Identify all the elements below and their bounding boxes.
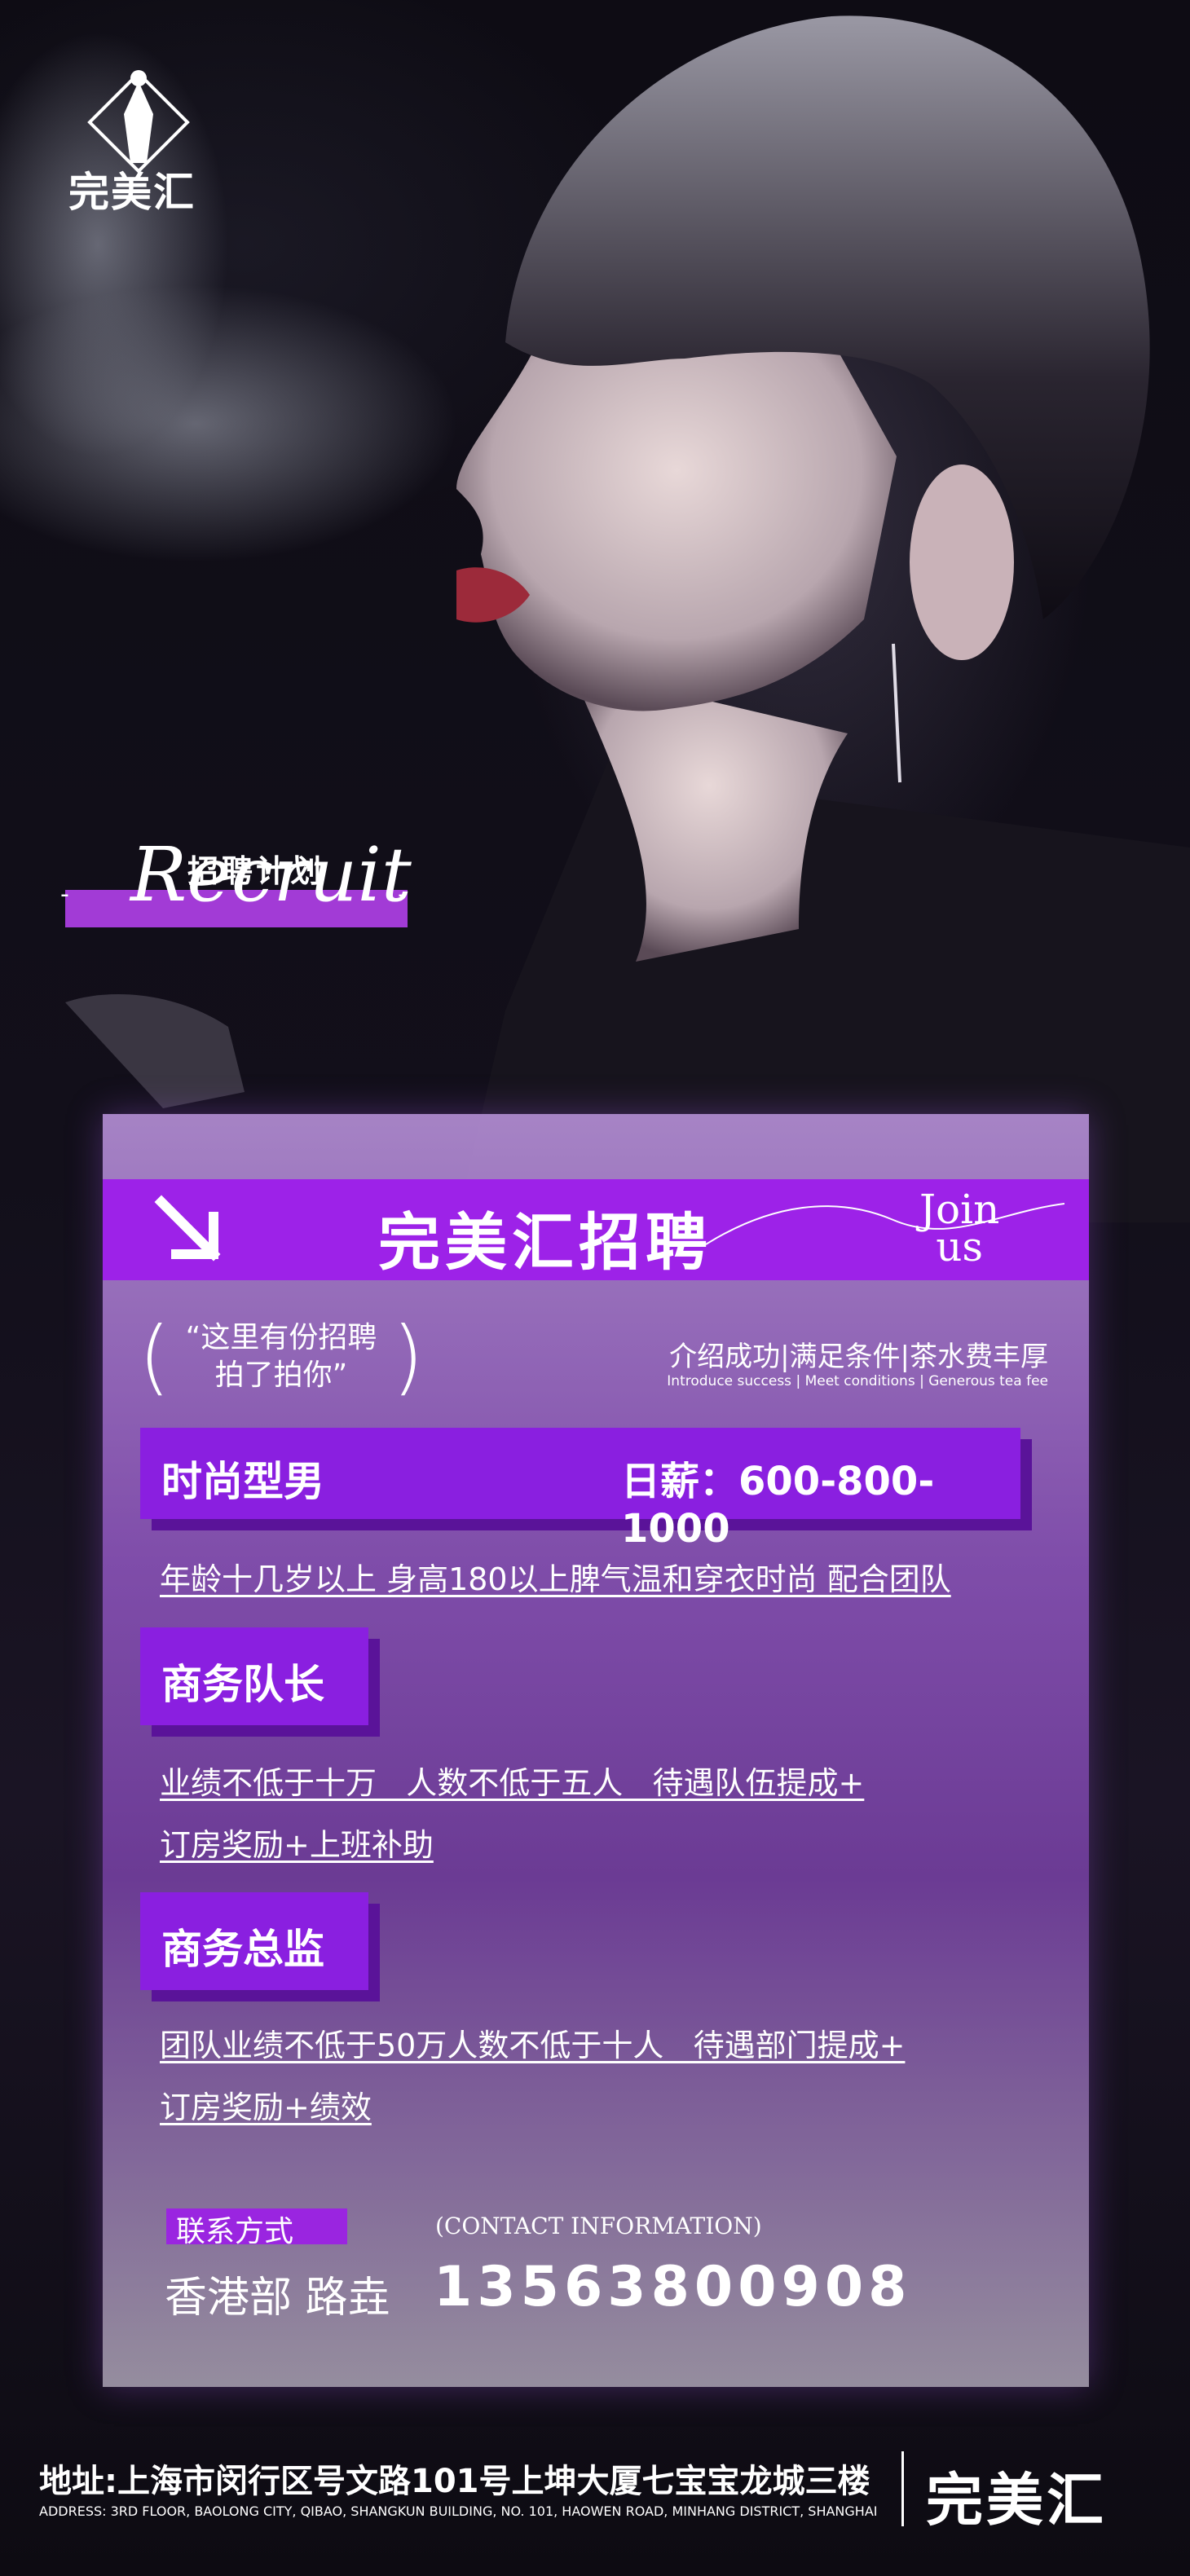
header-bar: 完美汇招聘 Join us — [103, 1179, 1089, 1280]
quote-line: “这里有份招聘 — [185, 1321, 377, 1354]
job-requirement: 订房奖励+上班补助 — [160, 1827, 434, 1863]
job-requirement: 年龄十几岁以上 身高180以上脾气温和穿衣时尚 配合团队 — [160, 1561, 951, 1597]
close-paren: ) — [391, 1309, 424, 1404]
footer-brand: 完美汇 — [926, 2467, 1107, 2534]
earring-shape — [892, 643, 901, 783]
header-title: 完美汇招聘 — [378, 1206, 712, 1279]
contact-name: 香港部 路垚 — [165, 2274, 390, 2323]
contact-phone[interactable]: 13563800908 — [434, 2255, 911, 2319]
job-bar-business-director: 商务总监 — [140, 1892, 368, 1990]
recruit-title-cn: 招聘计划 — [187, 853, 325, 889]
brand-logo-text: 完美汇 — [68, 169, 196, 216]
address-cn: 地址:上海市闵行区号文路101号上坤大厦七宝宝龙城三楼 — [39, 2463, 870, 2500]
quote-line: 拍了拍你” — [214, 1358, 348, 1392]
us-line: us — [936, 1223, 984, 1270]
job-bar-fashion-male: 时尚型男 日薪：600-800-1000 — [140, 1428, 1020, 1552]
job-requirement: 团队业绩不低于50万人数不低于十人 待遇部门提成+ — [160, 2028, 906, 2063]
header-swash — [706, 1203, 1064, 1245]
dash-left: - — [60, 880, 69, 909]
recruit-badge: - - Recruit 招聘计划 — [60, 831, 416, 937]
lighter-shape — [65, 994, 245, 1108]
job-title: 商务队长 — [161, 1661, 324, 1708]
contact-label: 联系方式 — [176, 2215, 294, 2248]
recruitment-panel: 完美汇招聘 Join us ( “这里有份招聘 拍了拍你” ) 介绍成功|满足条… — [103, 1114, 1089, 2387]
address-en: ADDRESS: 3RD FLOOR, BAOLONG CITY, QIBAO,… — [39, 2503, 878, 2519]
face-shape — [456, 310, 897, 711]
join-us-text: Join us — [919, 1189, 999, 1270]
ear-shape — [910, 465, 1014, 660]
job-requirement: 订房奖励+绩效 — [160, 2089, 372, 2125]
contact-label-en: (CONTACT INFORMATION) — [435, 2213, 762, 2239]
arrow-down-right-icon — [154, 1195, 221, 1262]
job-title: 商务总监 — [161, 1926, 324, 1973]
benefits-en: Introduce success | Meet conditions | Ge… — [667, 1373, 1048, 1389]
benefits-cn: 介绍成功|满足条件|茶水费丰厚 — [669, 1341, 1048, 1373]
job-requirement: 业绩不低于十万 人数不低于五人 待遇队伍提成+ — [160, 1765, 865, 1801]
open-paren: ( — [139, 1309, 171, 1404]
job-bar-business-captain: 商务队长 — [140, 1627, 368, 1725]
job-salary: 日薪：600-800-1000 — [621, 1459, 935, 1552]
recruitment-poster: 完美汇 - - Recruit 招聘计划 完美汇招聘 Join us ( “这里… — [0, 0, 1190, 2576]
footer-divider — [901, 2451, 904, 2526]
job-title: 时尚型男 — [161, 1458, 324, 1505]
quote-block: ( “这里有份招聘 拍了拍你” ) — [139, 1316, 424, 1398]
